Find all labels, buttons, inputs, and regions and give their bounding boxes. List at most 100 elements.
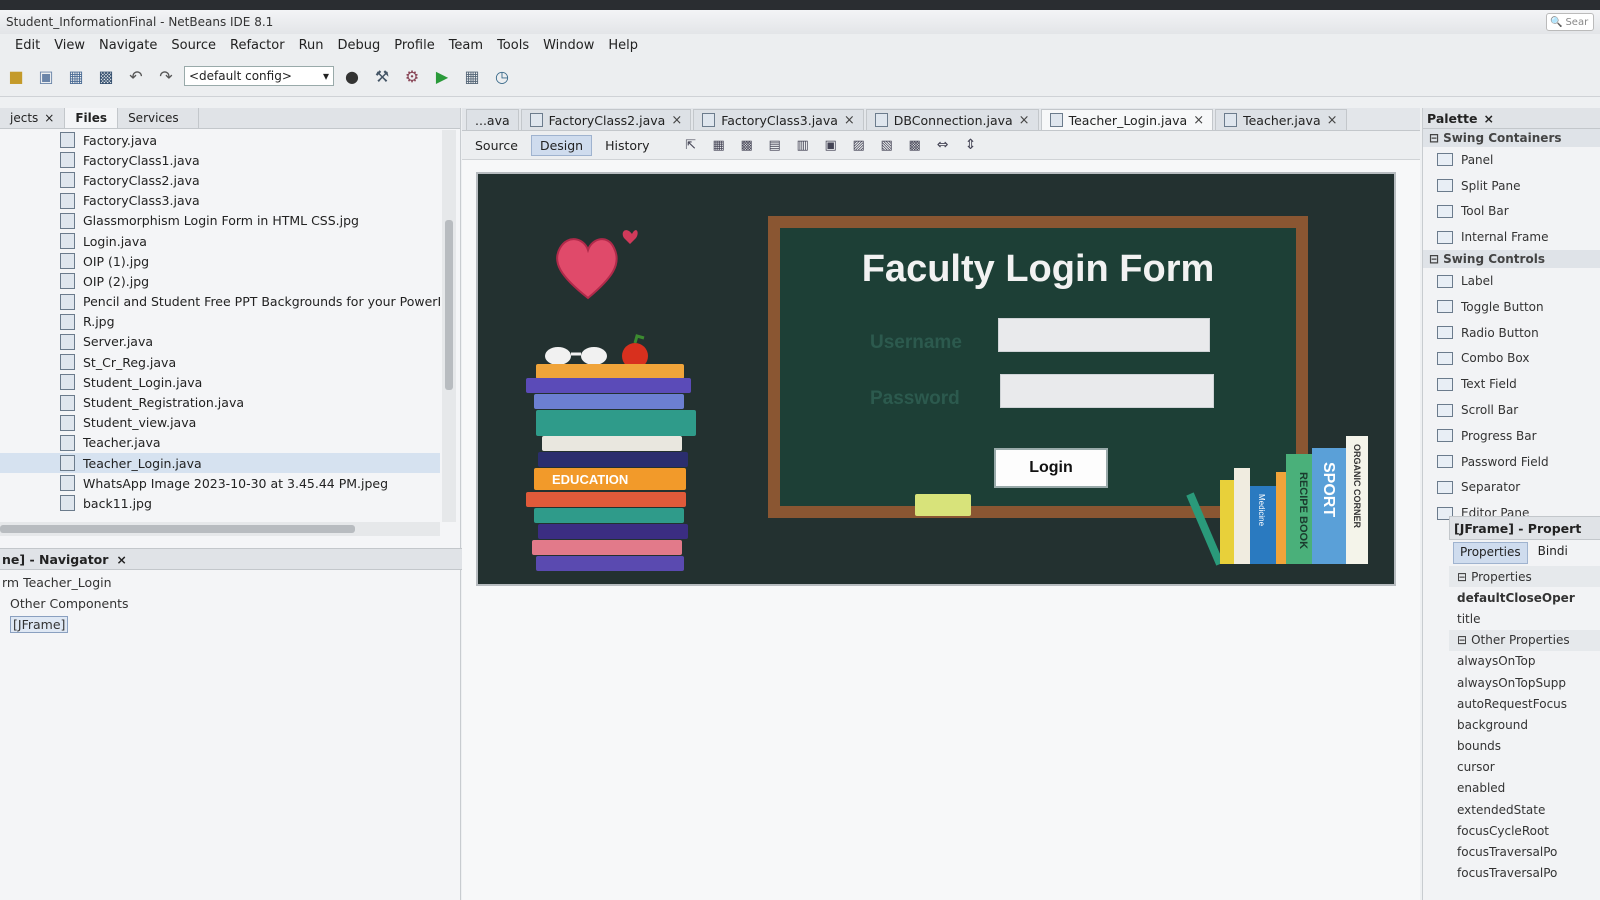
align-center-icon[interactable]: ▣ xyxy=(819,133,843,157)
menu-navigate[interactable]: Navigate xyxy=(92,38,164,53)
editor-tab[interactable]: FactoryClass2.java × xyxy=(520,109,692,130)
source-view-button[interactable]: Source xyxy=(466,135,527,156)
align-baseline-icon[interactable]: ▩ xyxy=(903,133,927,157)
config-select[interactable]: <default config> ▾ xyxy=(184,66,334,86)
property-row[interactable]: bounds xyxy=(1449,736,1600,757)
scroll-thumb[interactable] xyxy=(0,525,355,533)
property-row[interactable]: extendedState xyxy=(1449,799,1600,820)
resize-vertical-icon[interactable]: ⇕ xyxy=(959,133,983,157)
file-item[interactable]: OIP (2).jpg xyxy=(0,271,440,291)
close-icon[interactable]: × xyxy=(671,113,682,128)
other-properties-section[interactable]: ⊟ Other Properties xyxy=(1449,629,1600,651)
history-view-button[interactable]: History xyxy=(596,135,658,156)
property-row[interactable]: alwaysOnTop xyxy=(1449,651,1600,672)
align-top-icon[interactable]: ▨ xyxy=(847,133,871,157)
menu-window[interactable]: Window xyxy=(536,38,601,53)
file-item[interactable]: R.jpg xyxy=(0,312,440,332)
file-item[interactable]: back11.jpg xyxy=(0,493,440,513)
file-item[interactable]: FactoryClass2.java xyxy=(0,170,440,190)
file-item[interactable]: OIP (1).jpg xyxy=(0,251,440,271)
login-button[interactable]: Login xyxy=(994,448,1108,488)
menu-source[interactable]: Source xyxy=(164,38,223,53)
palette-item[interactable]: Text Field xyxy=(1423,371,1600,397)
search-box[interactable]: 🔍 Sear xyxy=(1546,13,1594,31)
undo-icon[interactable]: ↶ xyxy=(124,64,148,88)
username-field[interactable] xyxy=(998,318,1210,352)
menu-edit[interactable]: Edit xyxy=(8,38,47,53)
property-row[interactable]: defaultCloseOper xyxy=(1449,587,1600,608)
palette-item[interactable]: Separator xyxy=(1423,475,1600,501)
file-item[interactable]: FactoryClass1.java xyxy=(0,150,440,170)
align-right-icon[interactable]: ▥ xyxy=(791,133,815,157)
file-item[interactable]: Student_Registration.java xyxy=(0,392,440,412)
align-bottom-icon[interactable]: ▧ xyxy=(875,133,899,157)
palette-item[interactable]: Internal Frame xyxy=(1423,224,1600,250)
tab-projects[interactable]: jects × xyxy=(0,108,66,128)
connection-mode-icon[interactable]: ▦ xyxy=(707,133,731,157)
property-row[interactable]: enabled xyxy=(1449,778,1600,799)
menu-view[interactable]: View xyxy=(47,38,92,53)
file-item[interactable]: Teacher_Login.java xyxy=(0,453,440,474)
property-row[interactable]: cursor xyxy=(1449,757,1600,778)
property-row[interactable]: focusTraversalPo xyxy=(1449,841,1600,862)
close-icon[interactable]: × xyxy=(1019,113,1030,128)
file-item[interactable]: Pencil and Student Free PPT Backgrounds … xyxy=(0,292,440,312)
property-row[interactable]: title xyxy=(1449,608,1600,629)
editor-tab[interactable]: DBConnection.java × xyxy=(865,109,1039,130)
clean-build-icon[interactable]: ⚙ xyxy=(400,64,424,88)
profile-icon[interactable]: ◷ xyxy=(490,64,514,88)
tab-binding[interactable]: Bindi xyxy=(1532,542,1574,564)
redo-icon[interactable]: ↷ xyxy=(154,64,178,88)
file-item[interactable]: Teacher.java xyxy=(0,433,440,453)
debug-icon[interactable]: ▦ xyxy=(460,64,484,88)
palette-item[interactable]: Panel xyxy=(1423,147,1600,173)
run-icon[interactable]: ▶ xyxy=(430,64,454,88)
palette-item[interactable]: Password Field xyxy=(1423,449,1600,475)
close-icon[interactable]: × xyxy=(844,113,855,128)
navigator-form-node[interactable]: rm Teacher_Login xyxy=(0,572,129,593)
palette-category[interactable]: ⊟ Swing Controls xyxy=(1423,250,1600,269)
close-icon[interactable]: × xyxy=(44,111,54,125)
collapse-icon[interactable]: ⊟ xyxy=(1429,131,1439,145)
save-all-icon[interactable]: ▩ xyxy=(94,64,118,88)
palette-item[interactable]: Label xyxy=(1423,268,1600,294)
file-item[interactable]: Student_view.java xyxy=(0,413,440,433)
password-field[interactable] xyxy=(1000,374,1214,408)
tab-services[interactable]: Services xyxy=(118,108,200,128)
palette-item[interactable]: Split Pane xyxy=(1423,173,1600,199)
palette-category[interactable]: ⊟ Swing Containers xyxy=(1423,129,1600,147)
palette-item[interactable]: Progress Bar xyxy=(1423,423,1600,449)
collapse-icon[interactable]: ⊟ xyxy=(1429,252,1439,266)
palette-item[interactable]: Combo Box xyxy=(1423,346,1600,372)
close-icon[interactable]: × xyxy=(1193,113,1204,128)
selection-mode-icon[interactable]: ⇱ xyxy=(679,133,703,157)
new-file-icon[interactable]: ■ xyxy=(4,64,28,88)
align-left-icon[interactable]: ▤ xyxy=(763,133,787,157)
navigator-other-components[interactable]: Other Components xyxy=(0,593,129,614)
new-project-icon[interactable]: ▣ xyxy=(34,64,58,88)
design-view-button[interactable]: Design xyxy=(530,134,593,156)
properties-section[interactable]: ⊟ Properties xyxy=(1449,566,1600,588)
property-row[interactable]: focusTraversalPo xyxy=(1449,863,1600,884)
file-item[interactable]: St_Cr_Reg.java xyxy=(0,352,440,372)
property-row[interactable]: focusCycleRoot xyxy=(1449,820,1600,841)
resize-horizontal-icon[interactable]: ⇔ xyxy=(931,133,955,157)
menu-run[interactable]: Run xyxy=(292,38,331,53)
close-icon[interactable]: × xyxy=(1483,111,1493,126)
editor-tab[interactable]: Teacher.java × xyxy=(1215,109,1347,130)
file-item[interactable]: Login.java xyxy=(0,231,440,251)
editor-tab[interactable]: Teacher_Login.java × xyxy=(1040,109,1214,130)
file-item[interactable]: Glassmorphism Login Form in HTML CSS.jpg xyxy=(0,211,440,231)
file-item[interactable]: Server.java xyxy=(0,332,440,352)
menu-tools[interactable]: Tools xyxy=(490,38,536,53)
property-row[interactable]: alwaysOnTopSupp xyxy=(1449,672,1600,693)
scroll-thumb[interactable] xyxy=(445,220,453,390)
horizontal-scrollbar[interactable] xyxy=(0,522,440,536)
open-project-icon[interactable]: ▦ xyxy=(64,64,88,88)
palette-item[interactable]: Scroll Bar xyxy=(1423,397,1600,423)
design-canvas[interactable]: EDUCATION Faculty Login Form Username Pa… xyxy=(476,172,1396,586)
menu-team[interactable]: Team xyxy=(442,38,490,53)
close-icon[interactable]: × xyxy=(1327,113,1338,128)
menu-debug[interactable]: Debug xyxy=(331,38,388,53)
vertical-scrollbar[interactable] xyxy=(442,130,456,522)
